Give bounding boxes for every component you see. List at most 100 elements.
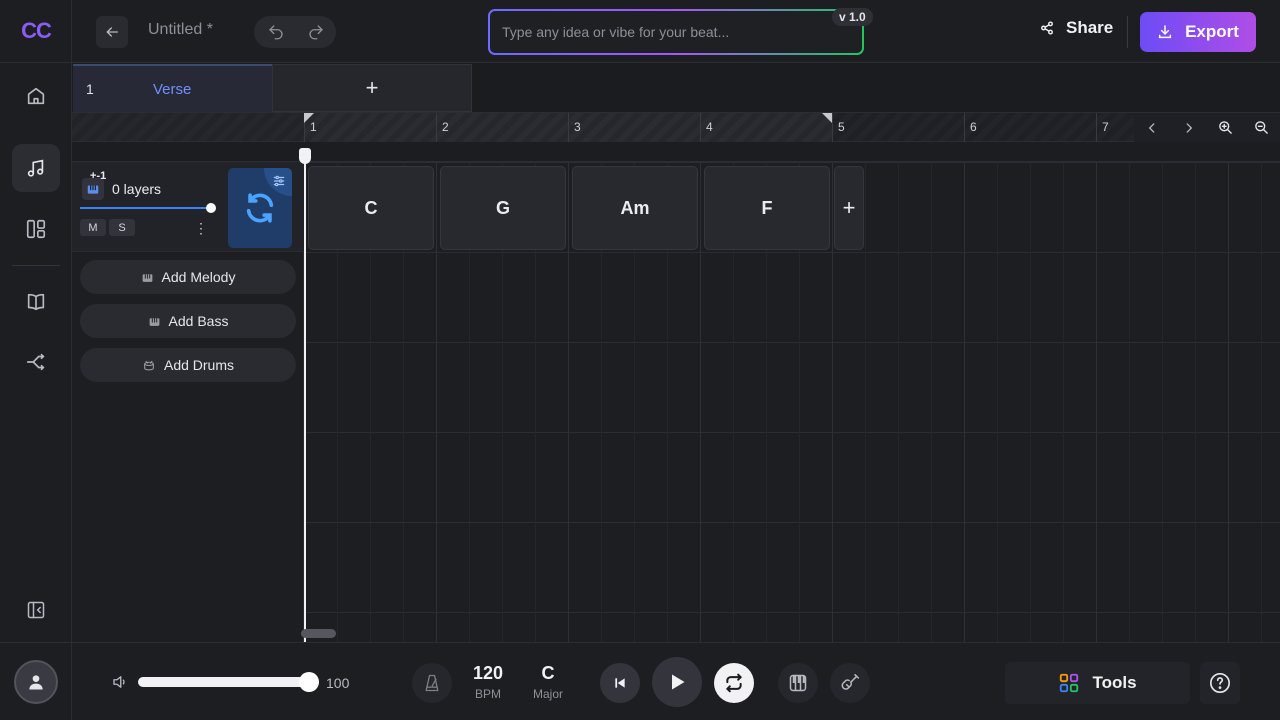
mute-button[interactable]: M — [80, 219, 106, 236]
timeline-ruler[interactable]: 1 2 3 4 5 6 7 — [304, 112, 1280, 142]
prompt-input-wrapper — [490, 11, 862, 53]
left-sidebar: CC — [0, 0, 72, 720]
chord-block[interactable]: G — [440, 166, 566, 250]
scroll-right-button[interactable] — [1171, 113, 1208, 142]
layers-label: 0 layers — [112, 181, 162, 197]
chord-block[interactable]: F — [704, 166, 830, 250]
section-number: 1 — [86, 81, 94, 97]
back-button[interactable] — [96, 16, 128, 48]
settings-sliders-icon[interactable] — [272, 174, 286, 188]
section-name: Verse — [153, 80, 192, 98]
piano-icon — [142, 273, 152, 282]
app-root: CC Untitled * Type any idea or vibe for … — [0, 0, 1280, 720]
loop-icon — [726, 673, 742, 693]
zoom-in-button[interactable] — [1207, 113, 1244, 142]
master-volume-fill — [138, 677, 312, 687]
tempo-display[interactable]: 120 BPM — [468, 663, 508, 701]
piano-icon — [149, 317, 159, 326]
tools-label: Tools — [1092, 673, 1137, 692]
tools-button[interactable]: Tools — [1005, 662, 1190, 704]
section-tabs: 1 Verse + — [72, 63, 1280, 112]
solo-button[interactable]: S — [109, 219, 135, 236]
master-volume-toggle[interactable] — [110, 673, 130, 696]
book-icon — [27, 293, 45, 311]
undo-icon — [269, 25, 283, 40]
loop-start-handle[interactable] — [304, 113, 314, 123]
playhead-line — [304, 150, 306, 642]
bar-marker: 7 — [1096, 113, 1109, 142]
home-icon — [27, 87, 45, 105]
drum-icon — [144, 360, 154, 370]
share-label: Share — [1066, 18, 1114, 37]
flow-button[interactable] — [12, 338, 60, 386]
more-options-icon[interactable]: ⋮ — [194, 219, 208, 237]
piano-keys-icon — [87, 185, 99, 194]
piano-view-button[interactable] — [778, 663, 818, 703]
layout-button[interactable] — [12, 205, 60, 253]
add-section-button[interactable]: + — [272, 64, 472, 112]
marker-lane — [72, 142, 1280, 162]
collapse-panel-icon — [27, 601, 45, 619]
zoom-out-icon — [1255, 121, 1269, 134]
key-value: C — [541, 663, 555, 683]
piano-keys-icon — [789, 674, 807, 692]
horizontal-scrollbar[interactable] — [301, 629, 336, 638]
share-button[interactable]: Share — [1040, 18, 1113, 38]
home-button[interactable] — [12, 72, 60, 120]
skip-back-icon — [615, 678, 625, 688]
regenerate-tile[interactable] — [228, 168, 292, 248]
library-button[interactable] — [12, 278, 60, 326]
loop-toggle-button[interactable] — [714, 663, 754, 703]
chord-block[interactable]: C — [308, 166, 434, 250]
export-button[interactable]: Export — [1140, 12, 1256, 52]
add-bass-button[interactable]: Add Bass — [80, 304, 296, 338]
bar-marker: 3 — [568, 113, 581, 142]
arrangement-grid[interactable]: C G Am F + — [304, 162, 1280, 642]
master-volume-value: 100 — [326, 675, 350, 691]
shuffle-icon — [26, 353, 45, 371]
collapse-panel-button[interactable] — [12, 586, 60, 634]
bpm-label: BPM — [474, 687, 501, 701]
track-volume-handle[interactable] — [206, 203, 216, 213]
help-button[interactable] — [1200, 662, 1240, 704]
user-avatar[interactable] — [14, 660, 58, 704]
play-icon — [672, 674, 685, 690]
chevron-right-icon — [1186, 122, 1192, 133]
add-chord-button[interactable]: + — [834, 166, 864, 250]
octave-badge[interactable]: +-1 — [90, 170, 106, 182]
music-button[interactable] — [12, 144, 60, 192]
chord-block[interactable]: Am — [572, 166, 698, 250]
guitar-icon — [841, 673, 860, 690]
bar-marker: 6 — [964, 113, 977, 142]
play-button[interactable] — [652, 657, 702, 707]
app-logo[interactable]: CC — [0, 0, 72, 63]
beat-prompt-input[interactable] — [502, 24, 822, 40]
user-icon — [29, 675, 43, 690]
scroll-left-button[interactable] — [1134, 113, 1171, 142]
guitar-view-button[interactable] — [830, 663, 870, 703]
loop-end-handle[interactable] — [822, 113, 832, 123]
beat-prompt-field — [488, 9, 864, 55]
master-volume-slider[interactable] — [138, 677, 312, 687]
version-badge: v 1.0 — [832, 8, 873, 26]
add-drums-button[interactable]: Add Drums — [80, 348, 296, 382]
playhead-handle[interactable] — [299, 148, 311, 164]
add-melody-button[interactable]: Add Melody — [80, 260, 296, 294]
document-title[interactable]: Untitled * — [148, 21, 213, 39]
scale-label: Major — [532, 687, 563, 701]
key-display[interactable]: C Major — [528, 663, 568, 701]
metronome-button[interactable] — [412, 663, 452, 703]
tab-verse[interactable]: 1 Verse — [73, 64, 272, 112]
topbar-divider — [1127, 16, 1128, 48]
bar-marker: 2 — [436, 113, 449, 142]
sidebar-divider — [12, 265, 60, 266]
master-volume-handle[interactable] — [299, 672, 319, 692]
sidebar-bottom-divider — [0, 642, 72, 643]
undo-button[interactable] — [260, 20, 292, 44]
redo-button[interactable] — [300, 20, 332, 44]
skip-back-button[interactable] — [600, 663, 640, 703]
track-volume-slider[interactable] — [80, 207, 212, 209]
download-icon — [1159, 25, 1172, 39]
track-panel: +-1 0 layers M S ⋮ Add Melody Add Bass A… — [72, 162, 304, 642]
zoom-out-button[interactable] — [1244, 113, 1280, 142]
